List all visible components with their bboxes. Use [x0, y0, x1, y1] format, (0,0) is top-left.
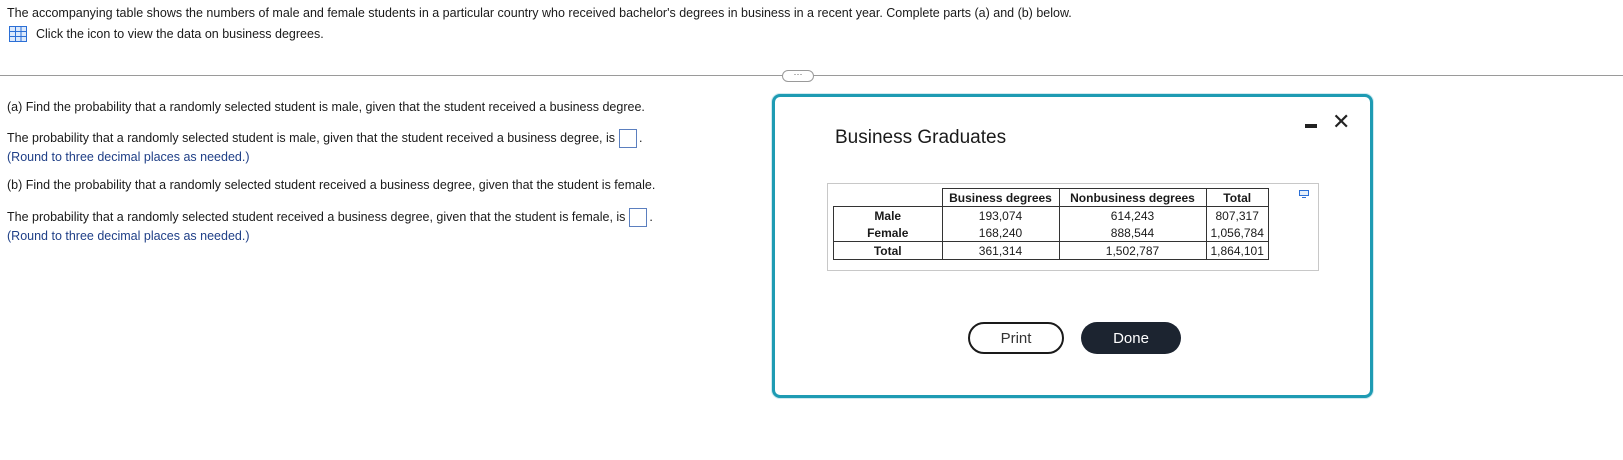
table-cell: 168,240: [941, 224, 1060, 242]
dialog-title: Business Graduates: [835, 127, 1007, 148]
table-header-row: Business degrees Nonbusiness degrees Tot…: [834, 188, 1269, 207]
table-cell: 614,243: [1058, 206, 1207, 224]
table-cell: 1,056,784: [1205, 224, 1269, 242]
period: .: [649, 209, 653, 224]
column-header: Total: [1205, 188, 1269, 207]
part-a-hint: (Round to three decimal places as needed…: [7, 150, 250, 164]
view-data-link-label[interactable]: Click the icon to view the data on busin…: [36, 27, 324, 41]
view-data-link[interactable]: Click the icon to view the data on busin…: [9, 26, 324, 42]
expand-ellipsis-button[interactable]: ···: [782, 70, 814, 82]
column-header: Business degrees: [941, 188, 1060, 207]
close-icon[interactable]: ✕: [1332, 109, 1350, 135]
table-cell: 1,502,787: [1058, 241, 1207, 260]
part-a-answer-prefix: The probability that a randomly selected…: [7, 130, 615, 145]
minimize-icon[interactable]: [1305, 124, 1317, 128]
part-a-answer-input[interactable]: [619, 129, 637, 148]
table-cell: 193,074: [941, 206, 1060, 224]
part-b-answer-input[interactable]: [629, 208, 648, 227]
part-b-answer-prefix: The probability that a randomly selected…: [7, 209, 626, 224]
corner-cell: [834, 189, 943, 207]
table-cell: 361,314: [941, 241, 1060, 260]
table-frame: Business degrees Nonbusiness degrees Tot…: [827, 183, 1319, 271]
table-row: Male 193,074 614,243 807,317: [833, 206, 1269, 224]
copy-table-icon[interactable]: [1299, 190, 1309, 198]
part-b-question: (b) Find the probability that a randomly…: [7, 178, 656, 192]
part-b-answer-row: The probability that a randomly selected…: [7, 208, 653, 227]
row-header: Male: [833, 206, 943, 224]
table-cell: 807,317: [1205, 206, 1269, 224]
row-header: Female: [833, 224, 943, 242]
table-row: Female 168,240 888,544 1,056,784: [833, 224, 1269, 242]
table-row: Total 361,314 1,502,787 1,864,101: [833, 241, 1269, 260]
part-a-question: (a) Find the probability that a randomly…: [7, 100, 645, 114]
column-header: Nonbusiness degrees: [1058, 188, 1207, 207]
business-graduates-table: Business degrees Nonbusiness degrees Tot…: [833, 188, 1269, 260]
row-header: Total: [833, 241, 943, 260]
data-dialog: Business Graduates ✕ Business degrees No…: [772, 94, 1373, 398]
table-cell: 1,864,101: [1205, 241, 1269, 260]
part-a-answer-row: The probability that a randomly selected…: [7, 129, 642, 148]
part-b-hint: (Round to three decimal places as needed…: [7, 229, 250, 243]
intro-text: The accompanying table shows the numbers…: [7, 6, 1072, 20]
print-button[interactable]: Print: [968, 322, 1064, 354]
period: .: [639, 130, 643, 145]
table-icon[interactable]: [9, 26, 27, 42]
table-cell: 888,544: [1058, 224, 1207, 242]
done-button[interactable]: Done: [1081, 322, 1181, 354]
